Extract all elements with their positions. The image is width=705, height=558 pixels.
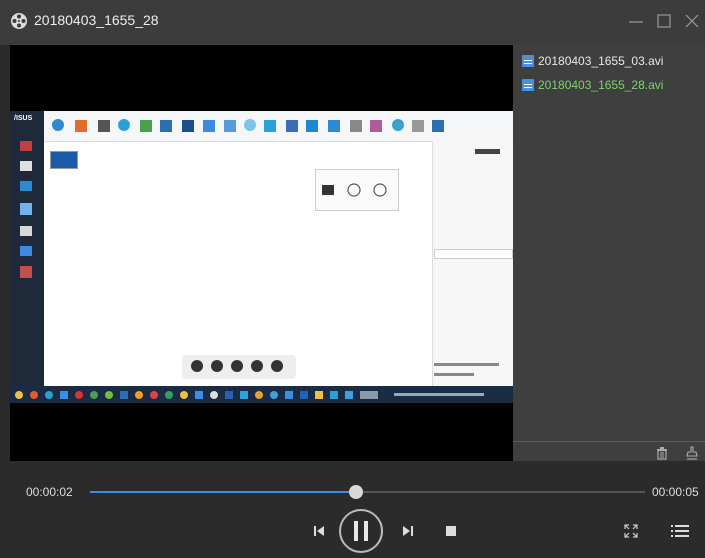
progress-knob[interactable] — [349, 485, 364, 499]
video-area[interactable]: /ISUS — [10, 45, 513, 461]
frame-left-icon — [20, 181, 32, 191]
video-file-icon — [522, 55, 534, 67]
progress-track[interactable] — [90, 485, 645, 499]
frame-right-audio — [434, 373, 474, 376]
frame-taskbar-icons — [15, 391, 484, 399]
video-file-icon — [522, 79, 534, 91]
frame-left-icon — [20, 141, 32, 151]
frame-left-icon — [20, 266, 32, 278]
video-frame-desktop: /ISUS — [10, 111, 513, 403]
frame-left-icon — [20, 246, 32, 256]
total-time: 00:00:05 — [652, 485, 699, 499]
window-title: 20180403_1655_28 — [34, 12, 159, 28]
frame-left-icon — [20, 203, 32, 215]
frame-left-icon — [20, 226, 32, 236]
playlist-item-active[interactable]: 20180403_1655_28.avi — [521, 76, 663, 94]
frame-toolbar-icons — [52, 119, 444, 132]
frame-right-audio — [434, 363, 499, 366]
frame-right-panel — [432, 141, 513, 386]
title-bar: 20180403_1655_28 — [0, 0, 705, 45]
film-reel-icon — [11, 13, 27, 29]
pause-icon — [354, 521, 368, 541]
playlist-icon — [671, 525, 689, 537]
stop-button[interactable] — [444, 524, 458, 538]
next-button[interactable] — [401, 524, 415, 538]
clean-list-icon[interactable] — [685, 446, 699, 460]
fullscreen-icon — [624, 524, 638, 538]
control-bar: 00:00:02 00:00:05 — [0, 461, 705, 558]
frame-right-panel-bar — [475, 149, 500, 154]
minimize-button[interactable] — [627, 12, 645, 30]
playlist-panel: 20180403_1655_03.avi 20180403_1655_28.av… — [513, 45, 705, 461]
playlist-item-label: 20180403_1655_03.avi — [538, 54, 664, 68]
playlist-divider — [513, 441, 705, 442]
prev-icon — [314, 526, 324, 536]
frame-floating-icons — [191, 360, 283, 372]
close-button[interactable] — [683, 12, 701, 30]
trash-icon[interactable] — [655, 446, 669, 460]
fullscreen-button[interactable] — [623, 523, 639, 539]
frame-right-search — [434, 249, 513, 259]
playlist-item-label: 20180403_1655_28.avi — [538, 78, 664, 92]
next-icon — [403, 526, 413, 536]
frame-brand-logo: /ISUS — [14, 115, 33, 122]
playlist-item[interactable]: 20180403_1655_03.avi — [521, 52, 663, 70]
frame-dialog-icons — [322, 183, 387, 197]
frame-left-icon — [20, 161, 32, 171]
prev-button[interactable] — [312, 524, 326, 538]
stop-icon — [446, 526, 456, 536]
maximize-button[interactable] — [655, 12, 673, 30]
pause-button[interactable] — [338, 508, 384, 554]
progress-fill — [90, 491, 357, 493]
current-time: 00:00:02 — [26, 485, 73, 499]
frame-thumbnail — [50, 151, 78, 169]
playlist-toggle-button[interactable] — [671, 523, 689, 539]
